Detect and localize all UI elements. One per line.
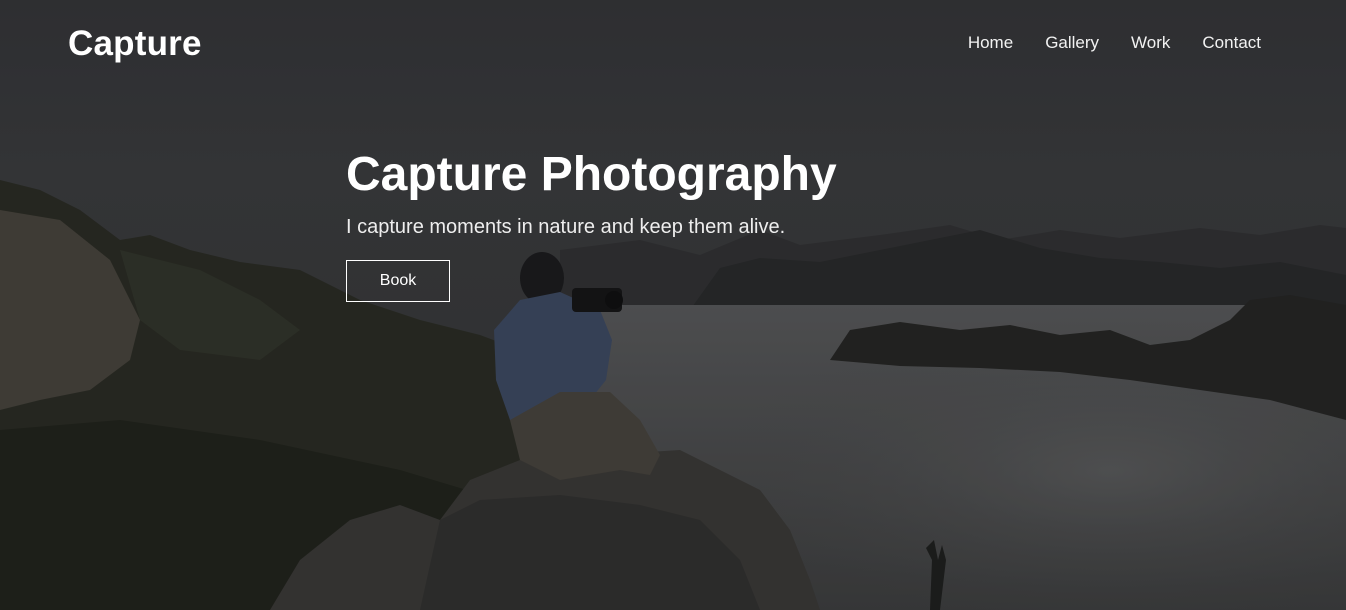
top-navbar: Capture Home Gallery Work Contact [0,0,1346,86]
nav-link-work[interactable]: Work [1131,33,1170,52]
nav-link-home[interactable]: Home [968,33,1013,52]
nav-link-gallery[interactable]: Gallery [1045,33,1099,52]
site-logo[interactable]: Capture [68,24,202,64]
nav-item-gallery: Gallery [1045,33,1099,53]
nav-item-home: Home [968,33,1013,53]
nav-item-contact: Contact [1202,33,1261,53]
nav-links: Home Gallery Work Contact [968,33,1261,53]
book-button[interactable]: Book [346,260,450,302]
dark-overlay [0,0,1346,610]
nav-item-work: Work [1131,33,1170,53]
hero-section: Capture Home Gallery Work Contact Captur… [0,0,1346,610]
nav-link-contact[interactable]: Contact [1202,33,1261,52]
hero-subtitle: I capture moments in nature and keep the… [346,216,786,238]
hero-title: Capture Photography [346,148,837,201]
hero-content: Capture Photography I capture moments in… [346,148,837,302]
